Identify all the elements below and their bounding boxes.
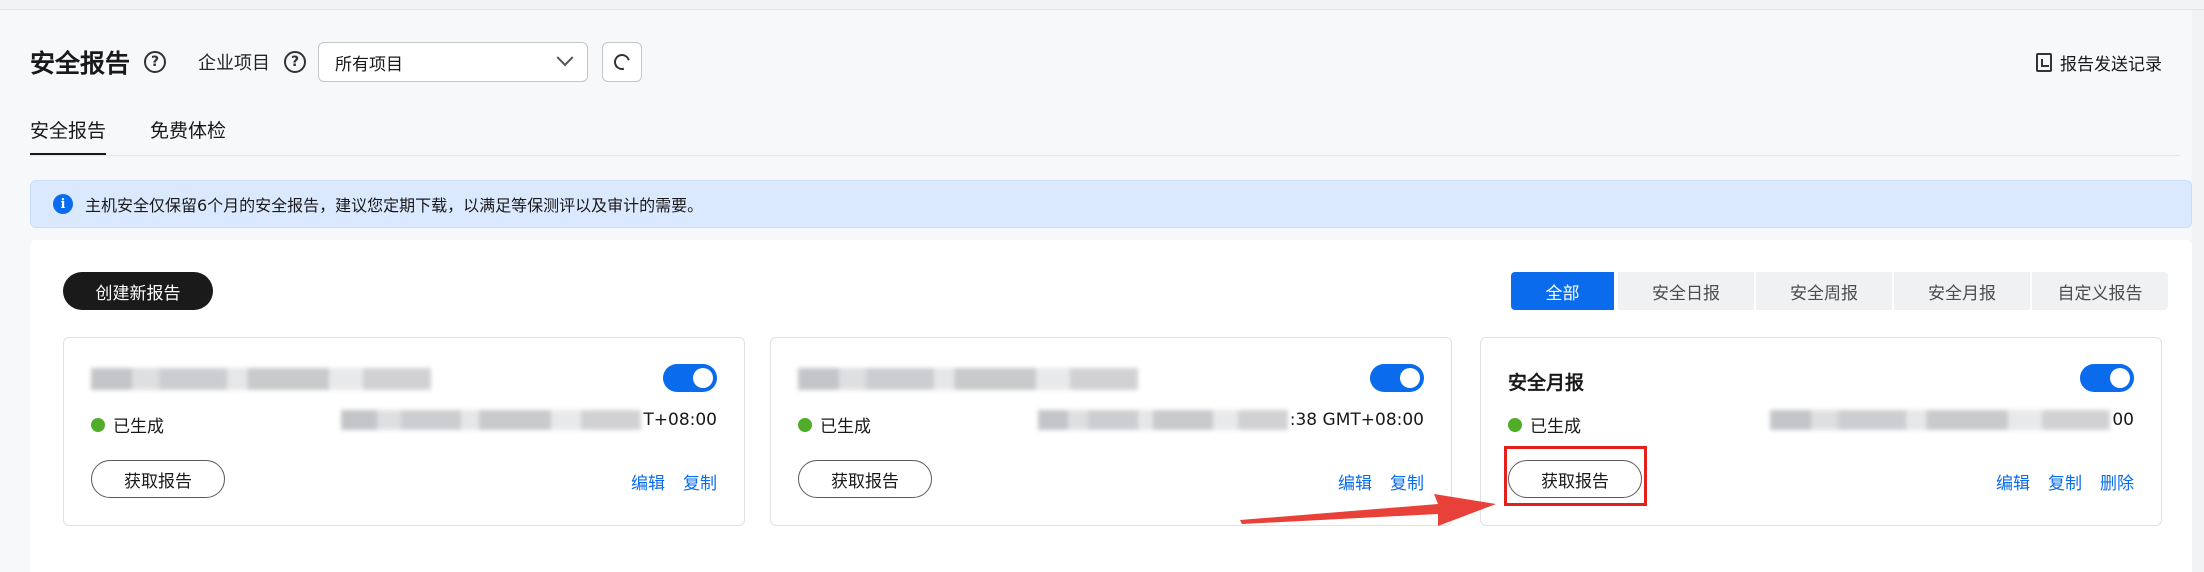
redacted-name bbox=[798, 368, 1138, 390]
report-card: 安全月报 已生成 00 获取报告 编辑 复制 删除 bbox=[1480, 337, 2162, 526]
report-name bbox=[91, 368, 431, 392]
tab-divider bbox=[30, 155, 2180, 156]
project-help-icon[interactable]: ? bbox=[284, 51, 307, 73]
card-actions: 编辑 复制 bbox=[631, 469, 717, 494]
filter-daily[interactable]: 安全日报 bbox=[1618, 272, 1754, 310]
project-select-value: 所有项目 bbox=[335, 54, 404, 75]
time-suffix: T+08:00 bbox=[643, 410, 717, 430]
filter-custom[interactable]: 自定义报告 bbox=[2032, 272, 2168, 310]
report-chart-icon bbox=[2036, 53, 2052, 72]
report-type-filter: 全部 安全日报 安全周报 安全月报 自定义报告 bbox=[1511, 272, 2168, 310]
get-report-button[interactable]: 获取报告 bbox=[798, 460, 932, 498]
edit-link[interactable]: 编辑 bbox=[1996, 469, 2030, 494]
notice-text: 主机安全仅保留6个月的安全报告，建议您定期下载，以满足等保测评以及审计的需要。 bbox=[85, 196, 704, 215]
refresh-icon bbox=[611, 51, 633, 73]
report-content: 创建新报告 全部 安全日报 安全周报 安全月报 自定义报告 已生成 T+08:0… bbox=[30, 240, 2192, 572]
create-report-button[interactable]: 创建新报告 bbox=[63, 272, 213, 310]
send-log-label: 报告发送记录 bbox=[2060, 55, 2162, 75]
report-status: 已生成 bbox=[1508, 412, 1581, 437]
report-status: 已生成 bbox=[91, 412, 164, 437]
redacted-time bbox=[1037, 410, 1288, 430]
top-edge bbox=[0, 0, 2204, 10]
report-enable-toggle[interactable] bbox=[2080, 364, 2134, 392]
page-title: 安全报告 bbox=[30, 49, 131, 78]
edit-link[interactable]: 编辑 bbox=[631, 469, 665, 494]
chevron-down-icon bbox=[556, 49, 574, 67]
tab-security-report[interactable]: 安全报告 bbox=[30, 110, 107, 156]
report-time: T+08:00 bbox=[341, 410, 717, 430]
refresh-button[interactable] bbox=[602, 42, 643, 82]
redacted-time bbox=[1770, 410, 2111, 430]
report-time: :38 GMT+08:00 bbox=[1037, 410, 1424, 430]
notice-banner: i 主机安全仅保留6个月的安全报告，建议您定期下载，以满足等保测评以及审计的需要… bbox=[30, 180, 2192, 228]
report-enable-toggle[interactable] bbox=[663, 364, 717, 392]
tab-bar: 安全报告 免费体检 bbox=[30, 110, 226, 156]
status-dot-icon bbox=[91, 417, 105, 432]
status-label: 已生成 bbox=[113, 417, 164, 437]
info-icon: i bbox=[53, 194, 73, 214]
report-card: 已生成 T+08:00 获取报告 编辑 复制 bbox=[63, 337, 745, 526]
project-label: 企业项目 bbox=[198, 53, 271, 74]
tab-free-checkup[interactable]: 免费体检 bbox=[150, 110, 226, 156]
copy-link[interactable]: 复制 bbox=[683, 469, 717, 494]
filter-weekly[interactable]: 安全周报 bbox=[1756, 272, 1892, 310]
redacted-time bbox=[341, 410, 642, 430]
report-name bbox=[798, 368, 1138, 392]
status-dot-icon bbox=[1508, 417, 1522, 432]
filter-monthly[interactable]: 安全月报 bbox=[1894, 272, 2030, 310]
status-label: 已生成 bbox=[820, 417, 871, 437]
main-panel: 安全报告 ? 企业项目 ? 所有项目 报告发送记录 安全报告 免费体检 i 主机… bbox=[0, 10, 2192, 572]
report-time: 00 bbox=[1770, 410, 2134, 430]
pointer-arrow-icon bbox=[1240, 494, 1496, 526]
page-header: 安全报告 ? 企业项目 ? 所有项目 报告发送记录 bbox=[30, 38, 2162, 86]
help-icon[interactable]: ? bbox=[144, 51, 167, 73]
time-suffix: 00 bbox=[2112, 410, 2134, 430]
card-actions: 编辑 复制 删除 bbox=[1996, 469, 2134, 494]
project-select[interactable]: 所有项目 bbox=[318, 42, 589, 82]
report-enable-toggle[interactable] bbox=[1370, 364, 1424, 392]
report-name: 安全月报 bbox=[1508, 372, 1585, 394]
time-suffix: :38 GMT+08:00 bbox=[1289, 410, 1424, 430]
copy-link[interactable]: 复制 bbox=[2048, 469, 2082, 494]
send-log-link[interactable]: 报告发送记录 bbox=[2036, 50, 2162, 75]
report-status: 已生成 bbox=[798, 412, 871, 437]
status-dot-icon bbox=[798, 417, 812, 432]
delete-link[interactable]: 删除 bbox=[2100, 469, 2134, 494]
status-label: 已生成 bbox=[1530, 417, 1581, 437]
get-report-button[interactable]: 获取报告 bbox=[1508, 460, 1642, 498]
redacted-name bbox=[91, 368, 431, 390]
filter-all[interactable]: 全部 bbox=[1511, 272, 1614, 310]
get-report-button[interactable]: 获取报告 bbox=[91, 460, 225, 498]
